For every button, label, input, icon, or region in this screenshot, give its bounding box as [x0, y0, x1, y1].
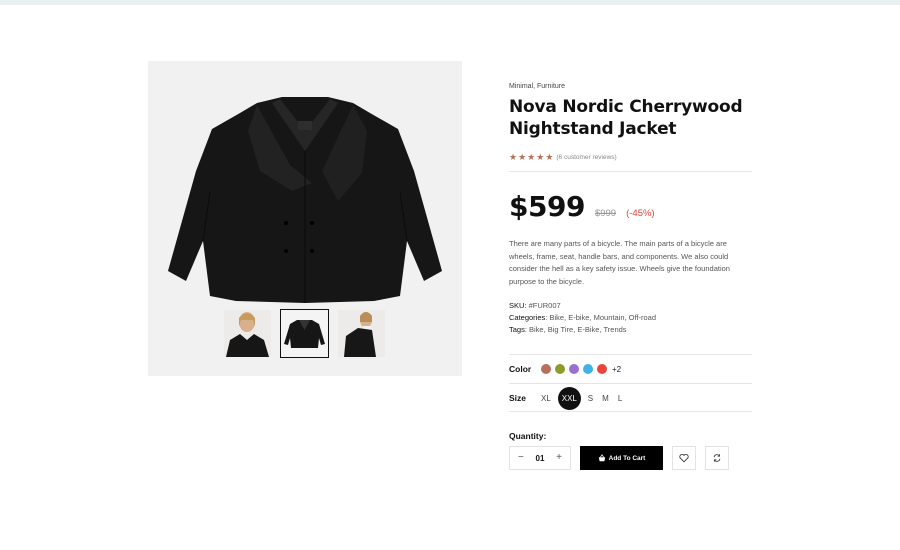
purchase-actions: − 01 + Add To Cart [509, 446, 729, 470]
color-swatch[interactable] [541, 364, 551, 374]
current-price: $599 [509, 190, 585, 223]
top-accent-bar [0, 0, 900, 5]
wishlist-button[interactable] [672, 446, 696, 470]
original-price: $999 [594, 208, 617, 219]
categories-label: Categories [509, 313, 546, 322]
price-row: $599 $999 (-45%) [509, 190, 655, 223]
refresh-icon [713, 454, 721, 462]
sku-label: SKU: [509, 301, 527, 310]
product-description: There are many parts of a bicycle. The m… [509, 239, 730, 286]
size-option-xxl[interactable]: XXL [557, 386, 581, 410]
color-label: Color [509, 364, 532, 374]
compare-button[interactable] [705, 446, 729, 470]
add-to-cart-button[interactable]: Add To Cart [580, 446, 663, 470]
quantity-value[interactable]: 01 [536, 454, 545, 463]
sku-row: SKU: #FUR007 [509, 300, 656, 312]
divider [509, 171, 752, 172]
quantity-stepper: − 01 + [509, 446, 571, 470]
divider [509, 411, 752, 412]
star-icon: ★ [518, 151, 527, 162]
color-swatch[interactable] [569, 364, 579, 374]
heart-icon [679, 453, 689, 463]
size-option-m[interactable]: M [602, 394, 609, 403]
discount-badge: (-45%) [626, 208, 655, 219]
product-title-line-2: Nightstand Jacket [509, 119, 677, 139]
star-icon: ★ [545, 151, 554, 162]
size-option-xl[interactable]: XL [541, 394, 551, 403]
color-swatch[interactable] [597, 364, 607, 374]
product-title-line-1: Nova Nordic Cherrywood [509, 97, 743, 117]
decrease-quantity-button[interactable]: − [518, 453, 524, 463]
thumbnail-model-front[interactable] [224, 310, 271, 357]
basket-icon [598, 454, 605, 462]
divider [509, 354, 752, 355]
product-main-image [168, 97, 442, 303]
categories-row: Categories: Bike, E-bike, Mountain, Off-… [509, 312, 656, 324]
product-title: Nova Nordic Cherrywood Nightstand Jacket [509, 96, 752, 140]
thumbnail-model-side[interactable] [338, 310, 385, 357]
thumbnail-strip [224, 309, 385, 358]
product-info: Minimal, Furniture Nova Nordic Cherrywoo… [509, 82, 752, 470]
divider [509, 383, 752, 384]
review-count-link[interactable]: (6 customer reviews) [556, 154, 616, 161]
star-icon: ★ [536, 151, 545, 162]
star-icon: ★ [527, 151, 536, 162]
more-colors[interactable]: +2 [612, 365, 621, 374]
product-rating: ★ ★ ★ ★ ★ (6 customer reviews) [509, 152, 752, 162]
thumbnail-jacket-flat[interactable] [280, 309, 329, 358]
star-icon: ★ [509, 151, 518, 162]
product-gallery [148, 61, 462, 376]
size-option-s[interactable]: S [588, 394, 593, 403]
add-to-cart-label: Add To Cart [608, 454, 646, 462]
color-swatch[interactable] [583, 364, 593, 374]
quantity-label: Quantity: [509, 431, 547, 441]
tags-value[interactable]: : Bike, Big Tire, E-Bike, Trends [525, 325, 627, 334]
product-categories[interactable]: Minimal, Furniture [509, 82, 752, 92]
tags-row: Tags: Bike, Big Tire, E-Bike, Trends [509, 324, 656, 336]
size-selector: Size XL XXL S M L [509, 386, 631, 410]
product-meta: SKU: #FUR007 Categories: Bike, E-bike, M… [509, 300, 656, 336]
color-swatch[interactable] [555, 364, 565, 374]
size-option-l[interactable]: L [618, 394, 622, 403]
tags-label: Tags [509, 325, 525, 334]
size-label: Size [509, 393, 527, 403]
categories-value[interactable]: : Bike, E-bike, Mountain, Off-road [545, 313, 656, 322]
color-selector: Color +2 [509, 362, 621, 376]
increase-quantity-button[interactable]: + [556, 453, 562, 463]
sku-value: #FUR007 [526, 301, 561, 310]
